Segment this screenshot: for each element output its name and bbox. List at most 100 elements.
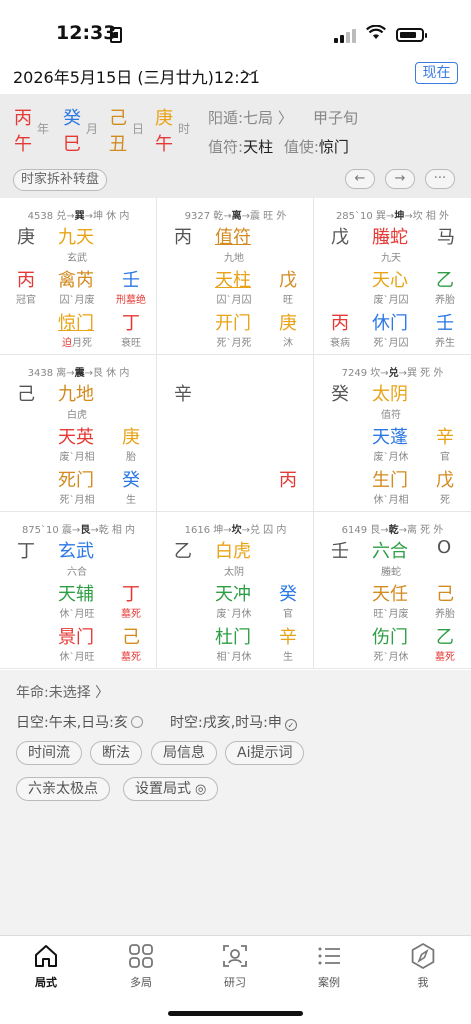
star-right-sub: 养胎 [435, 295, 455, 306]
star-sub: 废`月相 [59, 452, 95, 463]
tab-grid[interactable]: 多局 [106, 942, 176, 990]
star-right-sub: 胎 [126, 452, 136, 463]
door-right-sub: 死 [440, 495, 450, 506]
deity-sub: 六合 [67, 567, 87, 578]
door-sub: 休`月相 [369, 491, 413, 506]
tab-list[interactable]: 案例 [294, 942, 364, 990]
palace-cell[interactable]: 1616 坤→坎→兑 囚 内乙 白虎 太阴 天冲 废`月休 癸官杜门 相`月休 辛生 [157, 512, 314, 669]
palace-cell[interactable]: 3438 离→震→艮 休 内己 九地 白虎 天英 废`月相 庚胎死门 死`月相 癸生 [0, 355, 157, 512]
circle-icon[interactable] [130, 716, 143, 728]
chevron-down-icon[interactable]: ﹀ [242, 64, 258, 88]
palace-cell[interactable]: 4538 兑→巽→坤 休 内庚 九天 玄武丙冠官 禽芮 囚`月废 壬刑墓绝 惊门 迫月死 丁衰旺 [0, 198, 157, 355]
tool-pill[interactable]: 断法 [90, 741, 142, 765]
star-name: 天心 [372, 270, 408, 291]
palace-header-suffix: →坤 休 内 [84, 211, 130, 222]
star-left-stem: 丙 [17, 270, 35, 291]
date-bar: 2026年5月15日 (三月廿九)12:21 ﹀ 现在 [0, 58, 471, 94]
earth-stem: 壬 [331, 541, 349, 562]
tab-compass[interactable]: 我 [388, 942, 458, 990]
now-button[interactable]: 现在 [415, 62, 458, 84]
earth-stem: 辛 [174, 384, 192, 405]
tool-pill-label: 设置局式 [135, 781, 191, 797]
deity-right-mark: O [437, 537, 452, 558]
door-right-sub: 生 [126, 495, 136, 506]
tool-pill[interactable]: Ai提示词 [225, 741, 305, 765]
earth-stem: 己 [17, 384, 35, 405]
door-sub-text: 死`月囚 [373, 338, 409, 349]
door-sub-text: 休`月相 [373, 495, 409, 506]
door-sub-text: 休`月旺 [59, 652, 95, 663]
prev-button[interactable]: ← [345, 169, 375, 189]
door-right-stem: 丙 [279, 470, 297, 491]
pillar-label: 年 [37, 122, 50, 136]
rikong-text: 日空:午未,日马:亥 [16, 715, 128, 731]
tool-pill[interactable]: 设置局式 ◎ [123, 777, 219, 801]
pillars-header: 丙午年癸巳月己丑日庚午时 阳遁:七局 〉 甲子旬 值符:天柱 值使:惊门 时家拆… [0, 94, 471, 198]
tool-pill[interactable]: 时间流 [16, 741, 82, 765]
star-right-stem: 乙 [436, 270, 454, 291]
star-right-stem: 辛 [436, 427, 454, 448]
pillar-label: 日 [132, 122, 145, 136]
deity-name: 螣蛇 [372, 227, 408, 248]
dun-ju-link[interactable]: 阳遁:七局 〉 [208, 107, 293, 128]
star-sub: 囚`月囚 [216, 295, 252, 306]
earth-stem: 戊 [331, 227, 349, 248]
zhifu-zhishi: 值符:天柱 值使:惊门 [208, 136, 349, 157]
deity-name: 六合 [372, 541, 408, 562]
deity-sub: 九天 [381, 253, 401, 264]
door-sub: 死`月相 [55, 491, 99, 506]
star-right-sub: 官 [440, 452, 450, 463]
palace-cell[interactable]: 7249 坎→兑→巽 死 外癸 太阴 值符 天蓬 废`月休 辛官生门 休`月相 戊死 [314, 355, 471, 512]
door-right-sub: 沐 [283, 338, 293, 349]
palace-name: 坎 [231, 525, 242, 536]
palace-grid: 4538 兑→巽→坤 休 内庚九天 玄武丙冠官 禽芮 囚`月废壬刑墓绝 惊门 迫月死丁衰旺… [0, 198, 471, 670]
tab-label: 研习 [224, 976, 246, 989]
check-circle-icon[interactable]: ✓ [284, 719, 297, 731]
palace-cell[interactable]: 6149 艮→乾→离 死 外壬 六合 螣蛇 O 天任 旺`月废 己养胎 伤门 死`月休 乙墓死 [314, 512, 471, 669]
palace-header-prefix: 285`10 巽→ [335, 211, 395, 222]
door-right-stem: 丁 [122, 313, 140, 334]
palace-header-suffix: →乾 相 内 [90, 525, 136, 536]
palace-header-prefix: 6149 艮→ [341, 525, 389, 536]
palace-header-prefix: 9327 乾→ [184, 211, 232, 222]
palace-name: 坤 [394, 211, 405, 222]
date-selector[interactable]: 2026年5月15日 (三月廿九)12:21 [13, 64, 260, 88]
deity-sub: 玄武 [67, 253, 87, 264]
home-icon [32, 942, 60, 970]
next-button[interactable]: → [385, 169, 415, 189]
nianming-selector[interactable]: 年命:未选择 〉 [16, 682, 109, 702]
star-name: 天任 [372, 584, 408, 605]
tab-home[interactable]: 局式 [11, 942, 81, 990]
door-name: 杜门 [215, 627, 251, 648]
chaibu-mode-button[interactable]: 时家拆补转盘 [13, 169, 108, 191]
more-button[interactable]: ··· [425, 169, 455, 189]
palace-name: 乾 [388, 525, 399, 536]
door-right-stem: 己 [122, 627, 140, 648]
palace-header-prefix: 875`10 震→ [21, 525, 81, 536]
tab-scan[interactable]: 研习 [200, 942, 270, 990]
palace-header: 7249 坎→兑→巽 死 外 [314, 364, 471, 379]
deity-name: 九地 [58, 384, 94, 405]
star-right-stem: 庚 [122, 427, 140, 448]
palace-header: 1616 坤→坎→兑 囚 内 [157, 521, 314, 536]
star-right-sub: 旺 [283, 295, 293, 306]
tool-pill[interactable]: 六亲太极点 [16, 777, 110, 801]
star-sub: 囚`月废 [59, 295, 95, 306]
pillar-gan: 己 [109, 108, 127, 129]
palace-cell[interactable]: 875`10 震→艮→乾 相 内丁玄武 六合 天辅 休`月旺丁墓死 景门 休`月旺己墓死 [0, 512, 157, 669]
palace-header-suffix: →离 死 外 [398, 525, 444, 536]
palace-cell[interactable]: 9327 乾→离→震 旺 外丙 值符 九地 天柱 囚`月囚 戊旺开门 死`月死 庚沐 [157, 198, 314, 355]
palace-cell[interactable]: 285`10 巽→坤→坎 相 外戊 螣蛇 九天 马天心 废`月囚 乙养胎丙衰病 休门 死`月囚… [314, 198, 471, 355]
palace-cell[interactable]: 辛丙 [157, 355, 314, 512]
earth-stem: 乙 [174, 541, 192, 562]
tool-pill[interactable]: 局信息 [151, 741, 217, 765]
door-right-sub: 墓死 [435, 652, 455, 663]
star-left-sub: 冠官 [16, 295, 36, 306]
door-left-sub: 衰病 [330, 338, 350, 349]
zhishi-label: 值使: [283, 138, 319, 156]
palace-header-suffix: →坎 相 外 [404, 211, 450, 222]
tab-label: 多局 [130, 976, 152, 989]
compass-icon [409, 942, 437, 970]
status-time: 12:33 [56, 22, 117, 44]
star-sub: 旺`月废 [373, 609, 409, 620]
